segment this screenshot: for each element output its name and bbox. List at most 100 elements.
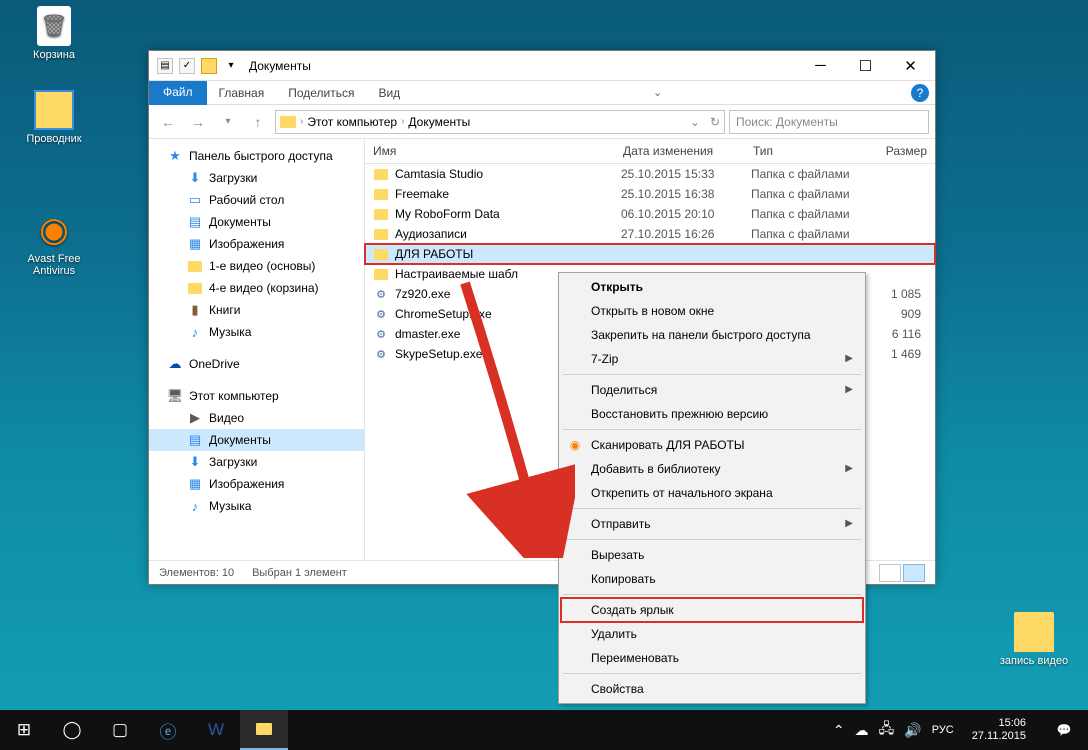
ctx-pin[interactable]: Закрепить на панели быстрого доступа [561, 323, 863, 347]
file-date: 25.10.2015 16:38 [621, 187, 751, 201]
ctx-restore[interactable]: Восстановить прежнюю версию [561, 402, 863, 426]
separator [563, 429, 861, 430]
maximize-button[interactable]: ☐ [843, 51, 888, 80]
avast-icon: ◉ [34, 210, 74, 250]
qat-new-icon[interactable]: ✓ [179, 58, 195, 74]
breadcrumb-docs[interactable]: Документы [408, 115, 470, 129]
nav-video[interactable]: ▶Видео [149, 407, 364, 429]
view-large-button[interactable] [903, 564, 925, 582]
col-size[interactable]: Размер [875, 144, 935, 158]
address-dropdown-icon[interactable]: ⌄ [690, 115, 700, 129]
minimize-button[interactable]: ─ [798, 51, 843, 80]
nav-thispc[interactable]: 🖥Этот компьютер [149, 385, 364, 407]
help-button[interactable]: ? [911, 84, 929, 102]
nav-video4[interactable]: 4-е видео (корзина) [149, 277, 364, 299]
nav-desktop[interactable]: ▭Рабочий стол [149, 189, 364, 211]
col-type[interactable]: Тип [745, 144, 875, 158]
desktop-folder-video[interactable]: запись видео [996, 612, 1072, 667]
col-name[interactable]: Имя [365, 144, 615, 158]
ribbon-expand-icon[interactable]: ⌄ [653, 86, 662, 99]
view-details-button[interactable] [879, 564, 901, 582]
folder-icon [187, 280, 203, 296]
ctx-open[interactable]: Открыть [561, 275, 863, 299]
taskbar[interactable]: ⊞ ◯ ▢ ⓔ W ⌃ ☁ 🖧 🔊 РУС 15:06 27.11.2015 💬 [0, 710, 1088, 750]
book-icon: ▮ [187, 302, 203, 318]
ctx-props[interactable]: Свойства [561, 677, 863, 701]
nav-quick-access[interactable]: ★Панель быстрого доступа [149, 145, 364, 167]
desktop-recycle-bin[interactable]: 🗑 Корзина [16, 6, 92, 61]
folder-icon [373, 186, 389, 202]
tab-file[interactable]: Файл [149, 81, 207, 105]
file-row[interactable]: Аудиозаписи27.10.2015 16:26Папка с файла… [365, 224, 935, 244]
ctx-delete[interactable]: Удалить [561, 622, 863, 646]
nav-onedrive[interactable]: ☁OneDrive [149, 353, 364, 375]
tab-home[interactable]: Главная [207, 82, 277, 104]
ctx-rename[interactable]: Переименовать [561, 646, 863, 670]
nav-documents2[interactable]: ▤Документы [149, 429, 364, 451]
word-button[interactable]: W [192, 710, 240, 750]
start-button[interactable]: ⊞ [0, 710, 48, 750]
explorer-taskbar-button[interactable] [240, 710, 288, 750]
tab-share[interactable]: Поделиться [276, 82, 366, 104]
desktop-avast[interactable]: ◉ Avast Free Antivirus [16, 210, 92, 277]
search-input[interactable]: Поиск: Документы [729, 110, 929, 134]
nav-images2[interactable]: ▦Изображения [149, 473, 364, 495]
tray-network-icon[interactable]: 🖧 [879, 718, 895, 742]
breadcrumb-pc[interactable]: Этот компьютер [307, 115, 397, 129]
ctx-shortcut[interactable]: Создать ярлык [561, 598, 863, 622]
nav-recent-button[interactable]: ▾ [215, 109, 241, 135]
nav-downloads2[interactable]: ⬇Загрузки [149, 451, 364, 473]
ctx-cut[interactable]: Вырезать [561, 543, 863, 567]
ctx-copy[interactable]: Копировать [561, 567, 863, 591]
file-row[interactable]: ДЛЯ РАБОТЫ [365, 244, 935, 264]
exe-icon: ⚙ [373, 286, 389, 302]
qat-dropdown-icon[interactable]: ▾ [223, 58, 239, 74]
ctx-scan[interactable]: ◉Сканировать ДЛЯ РАБОТЫ [561, 433, 863, 457]
qat-folder-icon[interactable] [201, 58, 217, 74]
tray-up-icon[interactable]: ⌃ [833, 722, 845, 739]
col-date[interactable]: Дата изменения [615, 144, 745, 158]
ctx-share[interactable]: Поделиться▶ [561, 378, 863, 402]
file-row[interactable]: My RoboForm Data06.10.2015 20:10Папка с … [365, 204, 935, 224]
file-size: 1 085 [881, 287, 935, 301]
desktop-explorer[interactable]: Проводник [16, 90, 92, 145]
nav-downloads[interactable]: ⬇Загрузки [149, 167, 364, 189]
window-title: Документы [249, 59, 311, 73]
address-bar[interactable]: › Этот компьютер › Документы ⌄ ↻ [275, 110, 725, 134]
nav-pane[interactable]: ★Панель быстрого доступа ⬇Загрузки ▭Рабо… [149, 139, 365, 560]
ctx-7zip[interactable]: 7-Zip▶ [561, 347, 863, 371]
nav-up-button[interactable]: ↑ [245, 109, 271, 135]
close-button[interactable]: ✕ [888, 51, 933, 80]
nav-music2[interactable]: ♪Музыка [149, 495, 364, 517]
nav-documents[interactable]: ▤Документы [149, 211, 364, 233]
nav-back-button[interactable]: ← [155, 109, 181, 135]
tab-view[interactable]: Вид [366, 82, 412, 104]
ctx-unpin[interactable]: Открепить от начального экрана [561, 481, 863, 505]
system-tray[interactable]: ⌃ ☁ 🖧 🔊 РУС 15:06 27.11.2015 💬 [833, 710, 1088, 750]
tray-onedrive-icon[interactable]: ☁ [855, 722, 869, 739]
taskview-button[interactable]: ▢ [96, 710, 144, 750]
nav-music[interactable]: ♪Музыка [149, 321, 364, 343]
search-button[interactable]: ◯ [48, 710, 96, 750]
star-icon: ★ [167, 148, 183, 164]
ctx-send[interactable]: Отправить▶ [561, 512, 863, 536]
tray-language[interactable]: РУС [932, 724, 954, 736]
titlebar[interactable]: ▤ ✓ ▾ Документы ─ ☐ ✕ [149, 51, 935, 81]
tray-clock[interactable]: 15:06 27.11.2015 [964, 717, 1034, 743]
folder-icon [373, 266, 389, 282]
nav-books[interactable]: ▮Книги [149, 299, 364, 321]
ctx-library[interactable]: Добавить в библиотеку▶ [561, 457, 863, 481]
refresh-button[interactable]: ↻ [710, 115, 720, 129]
column-headers[interactable]: Имя Дата изменения Тип Размер [365, 139, 935, 164]
nav-forward-button[interactable]: → [185, 109, 211, 135]
nav-images[interactable]: ▦Изображения [149, 233, 364, 255]
file-row[interactable]: Freemake25.10.2015 16:38Папка с файлами [365, 184, 935, 204]
file-date: 25.10.2015 15:33 [621, 167, 751, 181]
file-row[interactable]: Camtasia Studio25.10.2015 15:33Папка с ф… [365, 164, 935, 184]
tray-volume-icon[interactable]: 🔊 [904, 722, 921, 739]
edge-button[interactable]: ⓔ [144, 710, 192, 750]
nav-video1[interactable]: 1-е видео (основы) [149, 255, 364, 277]
ctx-open-new[interactable]: Открыть в новом окне [561, 299, 863, 323]
tray-notifications[interactable]: 💬 [1044, 710, 1084, 750]
qat-properties-icon[interactable]: ▤ [157, 58, 173, 74]
